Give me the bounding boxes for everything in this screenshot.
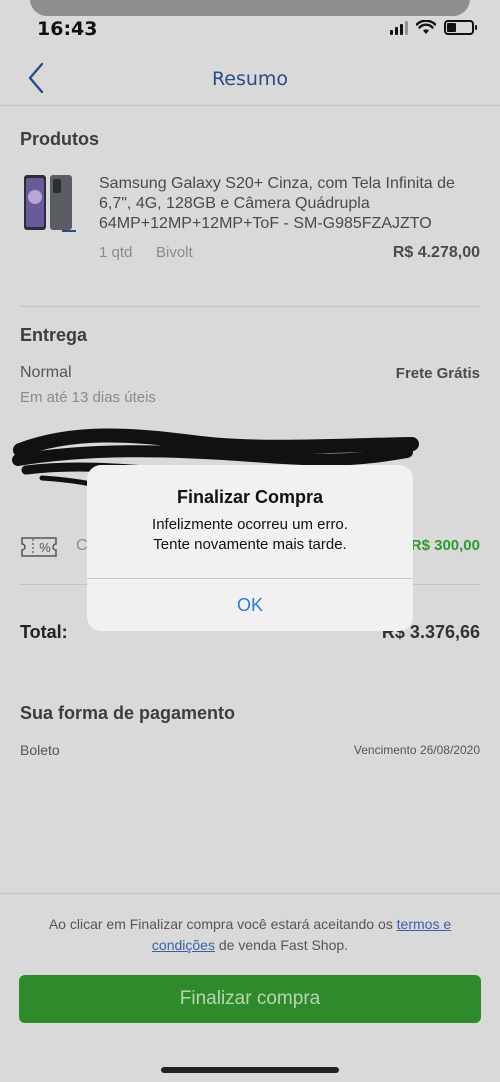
product-qty: 1 qtd <box>99 244 133 261</box>
home-indicator <box>161 1067 339 1073</box>
legal-suffix: de venda Fast Shop. <box>214 937 349 953</box>
error-alert-dialog: Finalizar Compra Infelizmente ocorreu um… <box>87 465 413 631</box>
section-title-pagamento: Sua forma de pagamento <box>20 703 236 723</box>
wifi-icon <box>416 20 436 34</box>
product-name: Samsung Galaxy S20+ Cinza, com Tela Infi… <box>99 175 455 232</box>
status-time: 16:43 <box>37 18 98 40</box>
section-title-entrega: Entrega <box>20 325 88 345</box>
alert-message-line2: Tente novamente mais tarde. <box>153 536 347 553</box>
alert-message-line1: Infelizmente ocorreu um erro. <box>152 516 348 533</box>
shipping-price: Frete Grátis <box>395 365 480 382</box>
status-bar: 16:43 <box>0 0 500 56</box>
alert-ok-button[interactable]: OK <box>87 579 413 631</box>
svg-text:%: % <box>39 540 51 555</box>
coupon-discount: R$ 300,00 <box>410 537 480 554</box>
percent-ticket-icon: % <box>21 537 57 557</box>
battery-icon <box>444 20 477 35</box>
product-image <box>24 175 76 232</box>
product-price: R$ 4.278,00 <box>392 244 480 261</box>
nav-bar: Resumo <box>0 56 500 106</box>
payment-due-date: Vencimento 26/08/2020 <box>353 743 480 757</box>
legal-prefix: Ao clicar em Finalizar compra você estar… <box>48 916 397 932</box>
product-voltage: Bivolt <box>156 244 193 261</box>
alert-message: Infelizmente ocorreu um erro. Tente nova… <box>107 515 393 555</box>
delivery-deadline: Em até 13 dias úteis <box>20 389 156 406</box>
delivery-type: Normal <box>20 364 72 381</box>
coupon-label: C <box>76 537 88 554</box>
finalizar-compra-button[interactable]: Finalizar compra <box>19 975 481 1023</box>
page-title: Resumo <box>211 68 289 90</box>
payment-method: Boleto <box>20 742 60 758</box>
alert-title: Finalizar Compra <box>176 487 324 507</box>
total-label: Total: <box>20 622 68 642</box>
divider <box>20 306 480 307</box>
signal-icon <box>390 20 408 35</box>
checkout-footer: Ao clicar em Finalizar compra você estar… <box>0 893 500 1082</box>
legal-text: Ao clicar em Finalizar compra você estar… <box>30 914 470 956</box>
section-title-produtos: Produtos <box>20 129 99 149</box>
status-icons <box>390 20 477 35</box>
